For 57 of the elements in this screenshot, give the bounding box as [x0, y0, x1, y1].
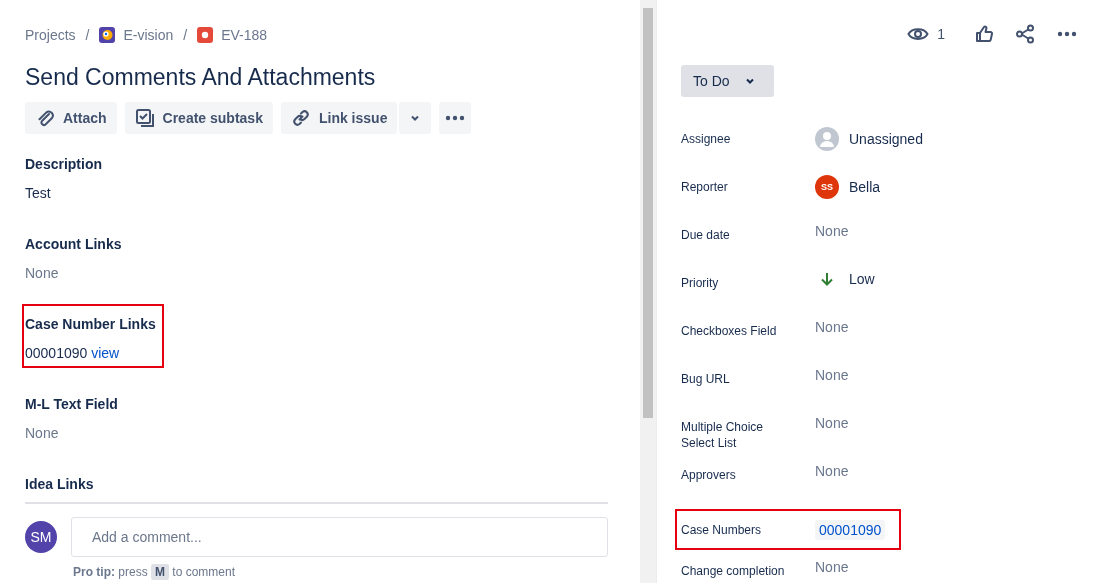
field-label: Reporter	[681, 179, 729, 195]
breadcrumb-link[interactable]: E-vision	[123, 27, 174, 43]
field-value[interactable]: None	[815, 415, 849, 431]
field-value: None	[25, 264, 60, 283]
eye-icon	[907, 26, 930, 42]
user-avatar: SS	[815, 175, 839, 199]
view-link[interactable]: view	[91, 345, 120, 361]
bug-icon	[197, 27, 214, 43]
comment-field[interactable]: Add a comment...	[71, 517, 608, 557]
field-label: Bug URL	[681, 371, 731, 387]
section-heading: Account Links	[25, 235, 123, 254]
field-label: Checkboxes Field	[681, 323, 778, 339]
thumbs-up-icon	[975, 25, 993, 43]
project-icon	[99, 27, 116, 43]
field-label: Change completion	[681, 563, 786, 579]
section-heading: M-L Text Field	[25, 395, 119, 414]
breadcrumb-separator: /	[183, 27, 188, 43]
field-label: Approvers	[681, 467, 737, 483]
status-dropdown[interactable]: To Do	[681, 65, 774, 97]
more-button[interactable]	[439, 102, 472, 134]
section-heading: Case Number Links	[25, 315, 156, 334]
field-label: Multiple Choice Select List	[681, 419, 765, 451]
field-label: Due date	[681, 227, 731, 243]
issue-title: Send Comments And Attachments	[25, 63, 377, 92]
action-button[interactable]: Attach	[25, 102, 117, 134]
pro-tip: Pro tip: press M to comment	[73, 565, 237, 579]
field-value[interactable]: None	[815, 223, 849, 239]
field-value[interactable]: Unassigned	[849, 131, 923, 147]
field-value[interactable]: Bella	[849, 179, 881, 195]
field-label: Case Numbers	[681, 521, 763, 538]
breadcrumb-link[interactable]: EV-188	[221, 27, 268, 43]
field-value[interactable]: None	[815, 463, 849, 479]
field-value[interactable]: None	[815, 319, 849, 335]
link-icon	[290, 108, 311, 128]
field-label: Priority	[681, 275, 720, 291]
more-icon	[445, 115, 466, 121]
user-avatar: SM	[25, 521, 57, 553]
breadcrumb-separator: /	[85, 27, 90, 43]
action-button[interactable]: Link issue	[280, 102, 398, 134]
field-value[interactable]: Low	[849, 271, 875, 287]
case-number-tag[interactable]: 00001090	[815, 519, 886, 540]
watch-button[interactable]: 1	[903, 22, 957, 46]
field-label: Assignee	[681, 131, 732, 147]
section-heading: Idea Links	[25, 475, 95, 494]
more-icon	[1057, 31, 1077, 37]
section-heading: Description	[25, 155, 103, 174]
share-icon	[1015, 24, 1035, 44]
breadcrumb-link[interactable]: Projects	[25, 27, 76, 43]
user-icon	[815, 127, 839, 151]
field-value: Test	[25, 184, 52, 203]
field-value: None	[25, 424, 60, 443]
subtask-icon	[134, 108, 155, 128]
field-value: 00001090	[25, 345, 88, 361]
field-value[interactable]: None	[815, 559, 849, 575]
scrollbar-thumb[interactable]	[643, 8, 653, 418]
action-button[interactable]: Create subtask	[124, 102, 273, 134]
field-value[interactable]: None	[815, 367, 849, 383]
